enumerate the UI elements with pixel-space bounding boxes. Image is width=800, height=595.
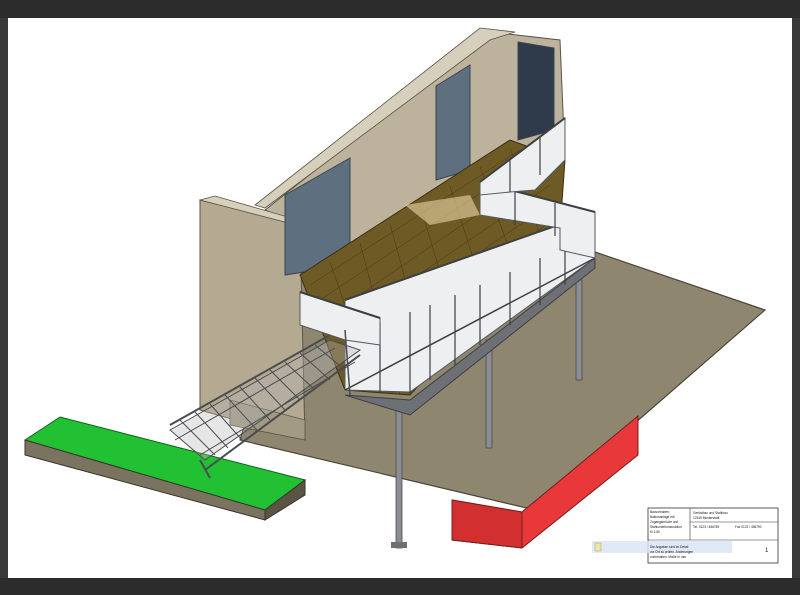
title-left-line-5: M 1:50 — [650, 530, 660, 534]
red-block-side — [451, 499, 523, 549]
title-left-line-2: Balkonanlage mit — [650, 515, 675, 519]
title-left-line-1: Bauvorhaben: — [650, 510, 670, 514]
column-3 — [575, 279, 583, 381]
title-note-2: vor Ort zu prüfen. Änderungen — [650, 550, 693, 554]
column-2 — [485, 339, 493, 449]
title-company: Gerüstbau und Stahlbau — [693, 511, 728, 515]
window-3 — [517, 41, 555, 141]
column-base — [391, 542, 407, 548]
drawing-sheet: Gerüstbau und Stahlbau 12345 Musterstadt… — [8, 18, 792, 578]
title-left-line-4: Stahlunterkonstruktion — [650, 525, 682, 529]
bottom-status-bar — [0, 578, 800, 595]
title-address: 12345 Musterstadt — [693, 516, 720, 520]
top-toolbar — [0, 0, 800, 18]
cad-viewport[interactable]: Gerüstbau und Stahlbau 12345 Musterstadt… — [0, 0, 800, 595]
title-phone: Tel. 0123 / 456789 — [693, 525, 719, 529]
title-note-1: Die Angaben sind im Detail — [650, 545, 689, 549]
column-1 — [395, 399, 403, 549]
title-fax: Fax 0123 / 456790 — [735, 525, 762, 529]
title-note-3: vorbehalten. Maße in mm — [650, 555, 686, 559]
isometric-drawing: Gerüstbau und Stahlbau 12345 Musterstadt… — [23, 27, 779, 564]
title-left-line-3: Zugangsbrücke und — [650, 520, 678, 524]
